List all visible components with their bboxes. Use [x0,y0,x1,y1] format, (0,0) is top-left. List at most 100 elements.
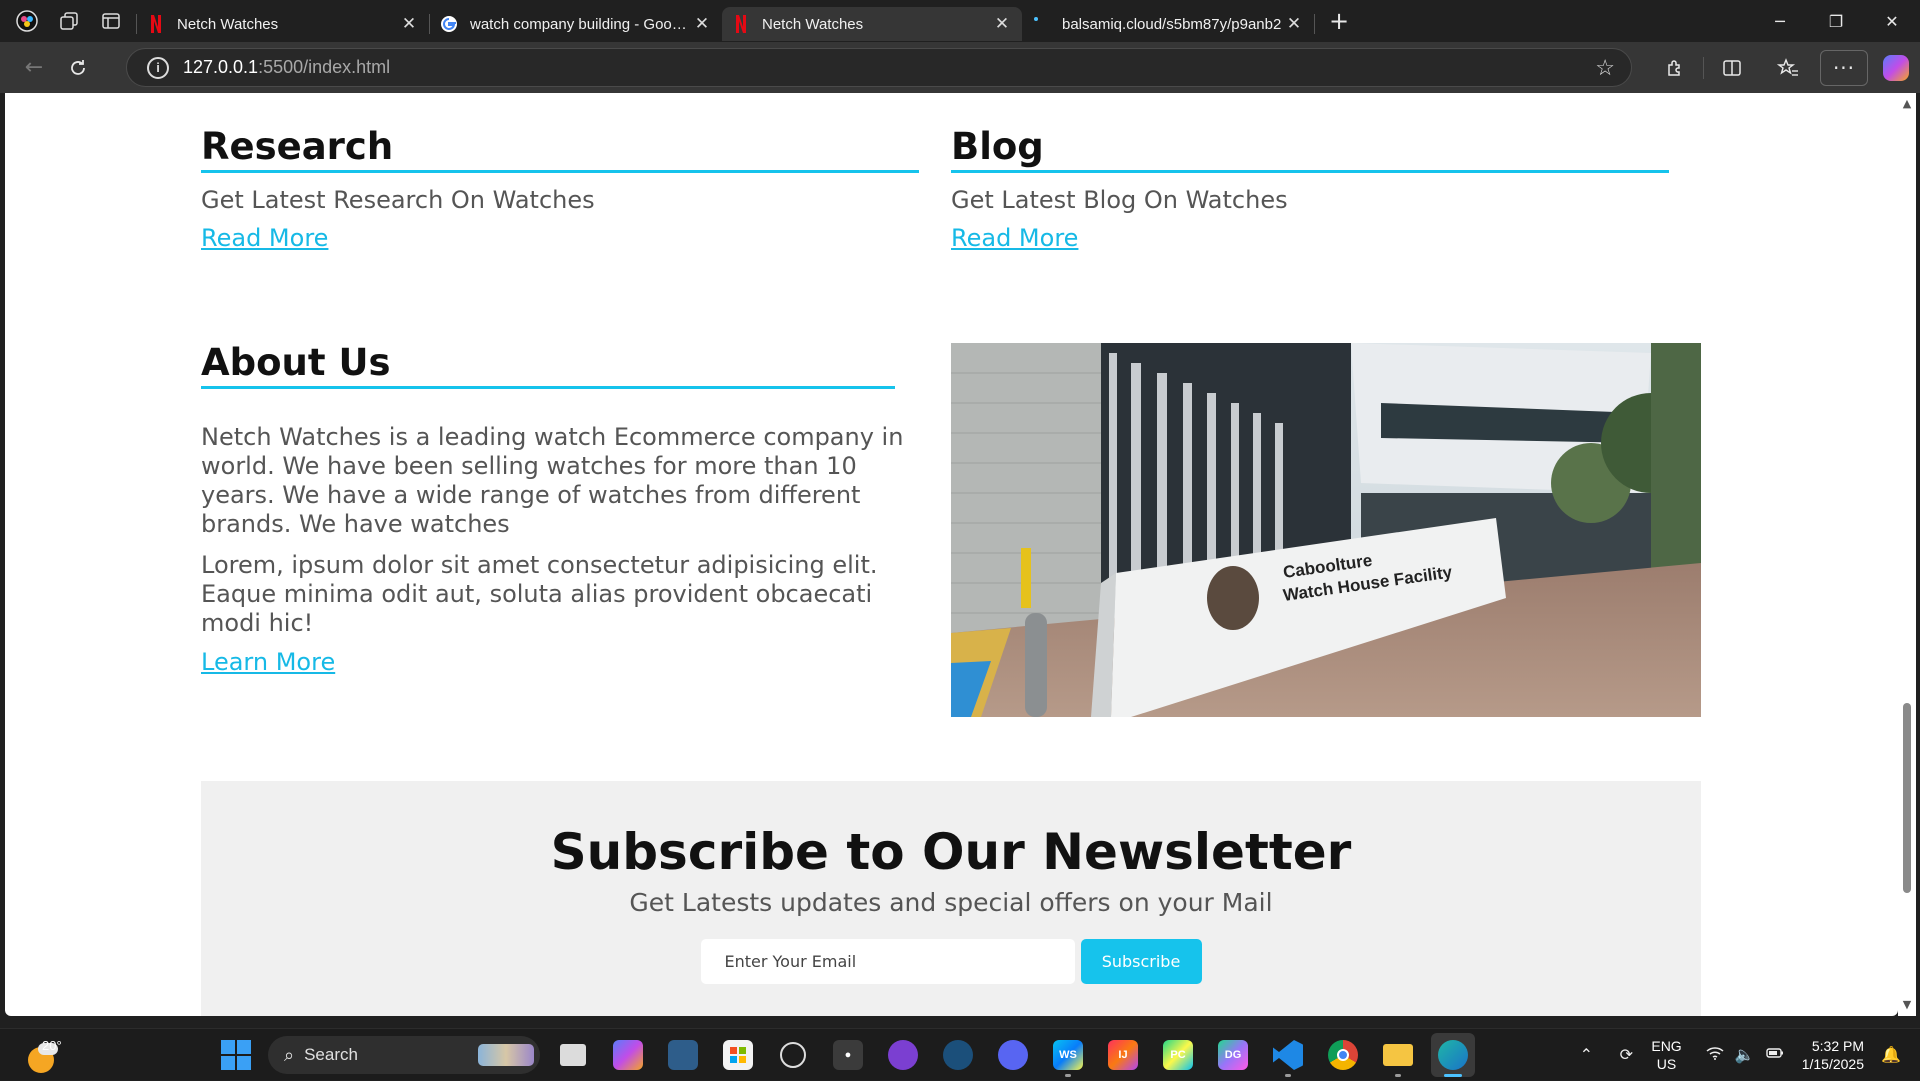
address-bar[interactable]: i 127.0.0.1:5500/index.html ☆ [126,48,1632,87]
google-icon [440,15,458,33]
netflix-icon [732,15,750,33]
subscribe-button[interactable]: Subscribe [1080,939,1202,984]
workspaces-icon[interactable] [48,0,90,42]
toolbar-actions: ··· [1647,42,1920,93]
split-screen-icon[interactable] [1704,42,1760,93]
restore-icon[interactable]: ❐ [1808,0,1864,42]
language-indicator[interactable]: ENG US [1651,1037,1681,1073]
favorites-icon[interactable] [1760,42,1816,93]
research-title: Research [201,126,919,173]
blog-text: Get Latest Blog On Watches [951,185,1288,214]
copilot-icon[interactable] [1872,42,1920,93]
tab-title: balsamiq.cloud/s5bm87y/p9anb2 [1062,15,1282,33]
url-host: 127.0.0.1 [183,57,259,77]
url-path: :5500/index.html [258,57,391,77]
pycharm-icon[interactable]: PC [1156,1033,1200,1077]
tab-balsamiq[interactable]: balsamiq.cloud/s5bm87y/p9anb2 ✕ [1022,7,1314,41]
research-text: Get Latest Research On Watches [201,185,595,214]
more-options-icon[interactable]: ··· [1820,49,1868,86]
region-code: US [1656,1056,1677,1072]
running-indicator [1285,1074,1291,1077]
close-tab-icon[interactable]: ✕ [992,14,1012,34]
about-paragraph-2: Lorem, ipsum dolor sit amet consectetur … [201,550,878,637]
refresh-icon[interactable] [56,48,100,88]
windows-start-icon[interactable] [214,1033,258,1077]
research-section: Research Get Latest Research On Watches … [201,126,919,252]
close-tab-icon[interactable]: ✕ [399,14,419,34]
about-title: About Us [201,342,895,389]
notifications-bell-icon[interactable]: 🔔 [1876,1045,1906,1065]
newsletter-title: Subscribe to Our Newsletter [550,823,1352,881]
datagrip-icon[interactable]: DG [1211,1033,1255,1077]
newsletter-subtitle: Get Latests updates and special offers o… [629,888,1273,917]
edge-icon[interactable] [1431,1033,1475,1077]
search-label: Search [304,1045,358,1064]
close-tab-icon[interactable]: ✕ [692,14,712,34]
close-window-icon[interactable]: ✕ [1864,0,1920,42]
about-section: About Us Netch Watches is a leading watc… [201,342,936,676]
blog-title: Blog [951,126,1669,173]
davinci-resolve-icon[interactable]: ● [826,1033,870,1077]
window-controls: ─ ❐ ✕ [1752,0,1920,42]
page-scrollbar[interactable]: ▲ ▼ [1898,93,1916,1016]
microsoft-store-icon[interactable] [716,1033,760,1077]
favorite-star-icon[interactable]: ☆ [1595,55,1615,81]
about-paragraph-1: Netch Watches is a leading watch Ecommer… [201,422,904,538]
email-input[interactable] [700,939,1075,984]
tab-netch-watches-1[interactable]: Netch Watches ✕ [137,7,429,41]
tab-title: Netch Watches [762,15,864,33]
scroll-up-icon[interactable]: ▲ [1902,98,1912,109]
sync-icon[interactable]: ⟳ [1611,1045,1641,1065]
back-icon[interactable]: ← [12,48,56,88]
running-indicator [1395,1074,1401,1077]
vscode-icon[interactable] [1266,1033,1310,1077]
newsletter-form: Subscribe [201,939,1701,984]
language-code: ENG [1651,1038,1682,1054]
file-explorer-icon[interactable] [1376,1033,1420,1077]
discord-icon[interactable] [991,1033,1035,1077]
search-icon: ⌕ [284,1044,295,1065]
company-building-image: Caboolture Watch House Facility [951,343,1701,717]
github-desktop-icon[interactable] [881,1033,925,1077]
weather-widget[interactable]: 20° [24,1037,64,1073]
copilot-logo [1883,54,1909,81]
scrollbar-thumb[interactable] [1903,703,1911,893]
intellij-icon[interactable]: IJ [1101,1033,1145,1077]
show-hidden-icons-icon[interactable]: ⌃ [1571,1045,1601,1065]
tab-title: Netch Watches [177,15,279,33]
new-tab-button[interactable]: + [1319,4,1359,38]
obs-studio-icon[interactable] [771,1033,815,1077]
tab-separator [1314,14,1315,34]
extensions-icon[interactable] [1647,42,1703,93]
learn-more-link[interactable]: Learn More [201,648,335,676]
copilot-app-icon[interactable] [606,1033,650,1077]
running-indicator [1444,1074,1462,1077]
newsletter-section: Subscribe to Our Newsletter Get Latests … [201,781,1701,1016]
sql-developer-icon[interactable] [661,1033,705,1077]
volume-icon[interactable]: 🔈 [1730,1045,1760,1065]
research-read-more-link[interactable]: Read More [201,224,328,252]
browser-toolbar: ← i 127.0.0.1:5500/index.html ☆ ··· [0,42,1920,93]
blog-section: Blog Get Latest Blog On Watches Read Mor… [951,126,1669,252]
profile-icon[interactable] [6,0,48,42]
site-info-icon[interactable]: i [147,56,169,79]
search-highlight-image [478,1044,534,1066]
clock-date: 1/15/2025 [1801,1056,1864,1072]
browser-tab-strip: Netch Watches ✕ watch company building -… [0,0,1920,42]
taskbar-search[interactable]: ⌕ Search [268,1036,540,1074]
clock[interactable]: 5:32 PM 1/15/2025 [1802,1037,1864,1073]
scroll-down-icon[interactable]: ▼ [1902,999,1912,1010]
tab-google-search[interactable]: watch company building - Google Search ✕ [430,7,722,41]
close-tab-icon[interactable]: ✕ [1284,14,1304,34]
webstorm-icon[interactable]: WS [1046,1033,1090,1077]
tab-netch-watches-active[interactable]: Netch Watches ✕ [722,7,1022,41]
chrome-icon[interactable] [1321,1033,1365,1077]
steam-icon[interactable] [936,1033,980,1077]
blog-read-more-link[interactable]: Read More [951,224,1078,252]
battery-icon[interactable] [1760,1046,1790,1065]
weather-temperature: 20° [42,1038,62,1053]
task-view-icon[interactable] [551,1033,595,1077]
wifi-icon[interactable] [1700,1046,1730,1065]
vertical-tabs-icon[interactable] [90,0,132,42]
minimize-icon[interactable]: ─ [1752,0,1808,42]
